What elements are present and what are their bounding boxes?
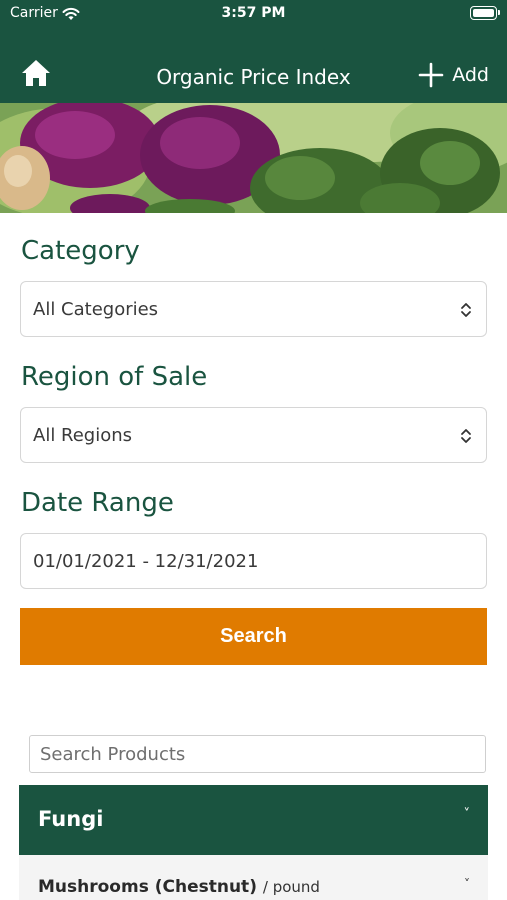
chevron-up-down-icon xyxy=(460,427,472,449)
battery-icon xyxy=(470,6,500,20)
list-item[interactable]: Mushrooms (Chestnut) / pound ˅ xyxy=(19,855,488,900)
chevron-down-icon: ˅ xyxy=(463,807,471,822)
category-select[interactable]: All Categories xyxy=(20,281,487,337)
status-time: 3:57 PM xyxy=(221,5,286,21)
app-header: Carrier 3:57 PM Organic Price Index Add xyxy=(0,0,507,103)
chevron-down-icon: ˅ xyxy=(464,877,470,891)
product-group-header[interactable]: Fungi ˅ xyxy=(19,785,488,855)
region-value: All Regions xyxy=(33,425,133,446)
product-search-box[interactable] xyxy=(29,735,486,773)
product-search-input[interactable] xyxy=(30,736,485,772)
add-label: Add xyxy=(452,64,489,86)
product-unit: / pound xyxy=(262,878,320,896)
search-button[interactable]: Search xyxy=(20,608,487,665)
group-name: Fungi xyxy=(38,807,104,831)
date-range-label: Date Range xyxy=(21,488,174,518)
category-label: Category xyxy=(21,236,140,266)
date-range-input[interactable]: 01/01/2021 - 12/31/2021 xyxy=(20,533,487,589)
hero-image-vegetables xyxy=(0,103,507,213)
region-select[interactable]: All Regions xyxy=(20,407,487,463)
chevron-up-down-icon xyxy=(460,301,472,323)
status-bar: Carrier 3:57 PM xyxy=(0,0,507,30)
plus-icon xyxy=(418,62,444,88)
add-button[interactable]: Add xyxy=(418,62,489,88)
product-name-line: Mushrooms (Chestnut) / pound xyxy=(38,877,320,897)
product-name: Mushrooms (Chestnut) xyxy=(38,877,257,897)
region-label: Region of Sale xyxy=(21,362,208,392)
date-range-value: 01/01/2021 - 12/31/2021 xyxy=(33,551,259,572)
category-value: All Categories xyxy=(33,299,159,320)
